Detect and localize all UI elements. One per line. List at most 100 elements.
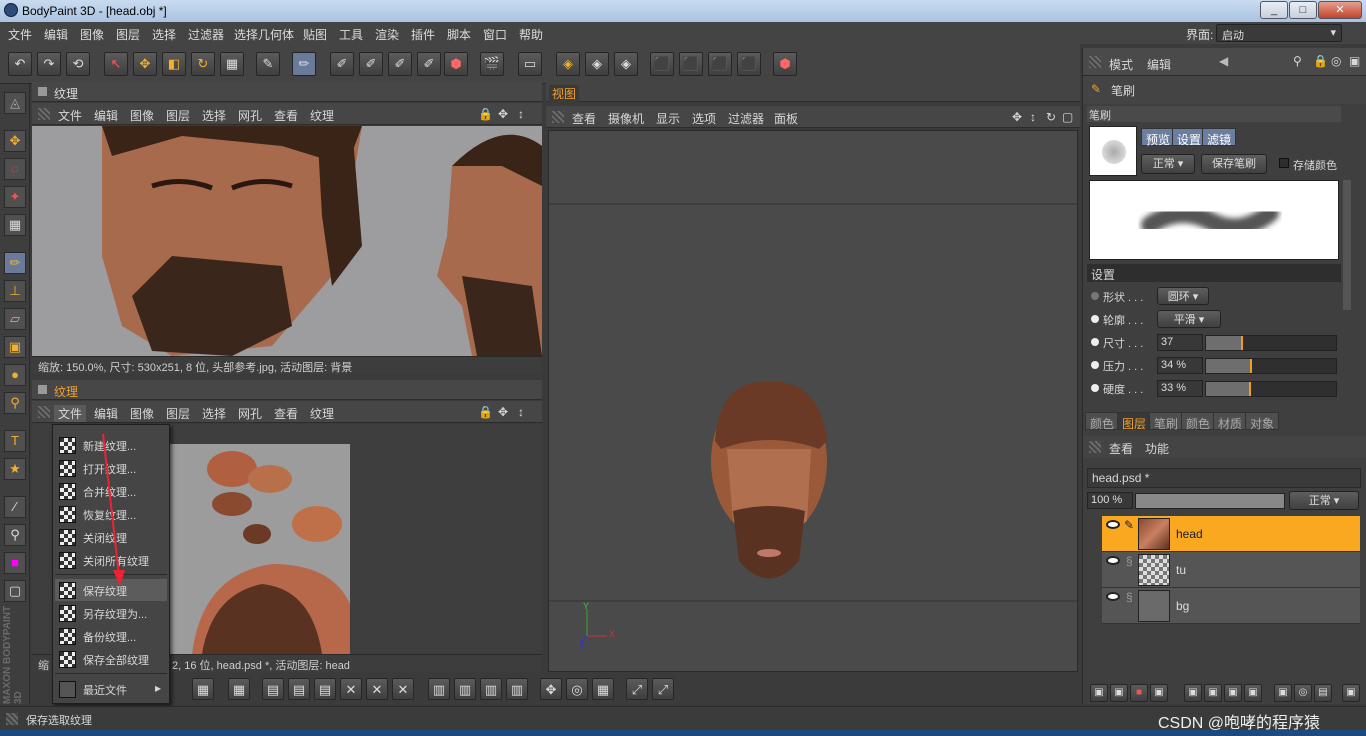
object-mode-icon-3[interactable]: ◈ — [614, 52, 638, 76]
vp-menu-filter[interactable]: 过滤器 — [728, 110, 764, 127]
paint-setup-icon[interactable]: ✐ — [330, 52, 354, 76]
tool-icon-14[interactable]: ◎ — [566, 678, 588, 700]
object-mode-icon[interactable]: ◈ — [556, 52, 580, 76]
tool-icon-11[interactable]: ▥ — [480, 678, 502, 700]
paint-icon-2[interactable]: ✐ — [359, 52, 383, 76]
pressure-slider[interactable] — [1205, 358, 1337, 374]
layer-icon-12[interactable]: ▣ — [1342, 684, 1360, 702]
rotate-nav-icon[interactable]: ↻ — [1046, 110, 1056, 124]
tool-icon-15[interactable]: ▦ — [592, 678, 614, 700]
radio-contour[interactable] — [1091, 315, 1099, 323]
tab-settings[interactable]: 设置 — [1172, 128, 1207, 147]
viewport-canvas[interactable]: Y X Z — [548, 130, 1079, 672]
text-tool-icon[interactable]: T — [4, 430, 26, 452]
tool-icon-16[interactable]: ⤢ — [626, 678, 648, 700]
vp-menu-panel[interactable]: 面板 — [774, 110, 798, 127]
tp-menu-edit[interactable]: 编辑 — [94, 107, 118, 124]
tp-menu-layer[interactable]: 图层 — [166, 107, 190, 124]
cube-icon-3[interactable]: ⬛ — [708, 52, 732, 76]
hardness-slider[interactable] — [1205, 381, 1337, 397]
eyedropper-icon[interactable]: ⁄ — [4, 496, 26, 518]
layer-icon-8[interactable]: ▣ — [1244, 684, 1262, 702]
tool-icon-2[interactable]: ▦ — [228, 678, 250, 700]
arrow-updown-icon[interactable]: ↕ — [518, 405, 524, 419]
eye-icon[interactable] — [1106, 520, 1120, 529]
tool-icon-5[interactable]: ▤ — [314, 678, 336, 700]
size-slider[interactable] — [1205, 335, 1337, 351]
uv-icon[interactable]: ▭ — [518, 52, 542, 76]
tp-menu-texture[interactable]: 纹理 — [310, 107, 334, 124]
tool-icon-7[interactable]: ✕ — [366, 678, 388, 700]
vp-menu-options[interactable]: 选项 — [692, 110, 716, 127]
menu-map[interactable]: 贴图 — [303, 26, 327, 43]
lock-icon[interactable]: 🔒 — [478, 107, 493, 121]
menu-item-backup-texture[interactable]: 备份纹理... — [55, 625, 167, 647]
reset-icon[interactable]: ⟲ — [66, 52, 90, 76]
arrow-updown-icon[interactable]: ↕ — [1030, 110, 1036, 124]
tool-icon-1[interactable]: ▦ — [192, 678, 214, 700]
render-clapper-icon[interactable]: 🎬 — [480, 52, 504, 76]
star-icon[interactable]: ★ — [4, 458, 26, 480]
layer-icon-11[interactable]: ▤ — [1314, 684, 1332, 702]
menu-filter[interactable]: 过滤器 — [188, 26, 224, 43]
layer-row-head[interactable]: ✎ head — [1102, 516, 1360, 552]
magic-wand-icon[interactable]: ✦ — [4, 186, 26, 208]
layer-row-tu[interactable]: § tu — [1102, 552, 1360, 588]
cube-icon-1[interactable]: ⬛ — [650, 52, 674, 76]
material-icon-2[interactable]: ⬢ — [773, 52, 797, 76]
checker-icon[interactable]: ▦ — [220, 52, 244, 76]
stamp-icon[interactable]: ⊥ — [4, 280, 26, 302]
layer-icon-7[interactable]: ▣ — [1224, 684, 1242, 702]
new-layer-icon[interactable]: ▣ — [1090, 684, 1108, 702]
tp-menu-mesh[interactable]: 网孔 — [238, 107, 262, 124]
search-icon[interactable]: ⚲ — [1293, 54, 1302, 68]
magnify-icon[interactable]: ⚲ — [4, 392, 26, 414]
new-window-icon[interactable]: ▣ — [1349, 54, 1360, 68]
contour-select[interactable]: 平滑 ▾ — [1157, 310, 1221, 328]
lasso-icon[interactable]: ◌ — [4, 158, 26, 180]
panel-toggle-icon[interactable] — [38, 385, 47, 394]
gradient-icon[interactable]: ▣ — [4, 336, 26, 358]
tab-preview[interactable]: 预览 — [1141, 128, 1176, 147]
cube-icon-2[interactable]: ⬛ — [679, 52, 703, 76]
scale-icon[interactable]: ◧ — [162, 52, 186, 76]
undo-icon[interactable]: ↶ — [8, 52, 32, 76]
layer-icon-10[interactable]: ◎ — [1294, 684, 1312, 702]
layers-menu-view[interactable]: 查看 — [1109, 440, 1133, 457]
eraser-icon[interactable]: ▱ — [4, 308, 26, 330]
tool-icon-3[interactable]: ▤ — [262, 678, 284, 700]
tb-menu-image[interactable]: 图像 — [130, 405, 154, 422]
menu-item-recent-files[interactable]: 最近文件 ▸ — [55, 678, 167, 700]
tb-menu-layer[interactable]: 图层 — [166, 405, 190, 422]
size-field[interactable]: 37 — [1157, 334, 1203, 351]
tp-menu-view[interactable]: 查看 — [274, 107, 298, 124]
paint-icon-3[interactable]: ✐ — [388, 52, 412, 76]
tool-icon-17[interactable]: ⤢ — [652, 678, 674, 700]
menu-item-save-all-textures[interactable]: 保存全部纹理 — [55, 648, 167, 670]
logo-tool-icon[interactable]: ◬ — [4, 92, 26, 114]
blend-mode-select[interactable]: 正常 ▾ — [1141, 154, 1195, 174]
select-arrow-icon[interactable]: ↖ — [104, 52, 128, 76]
menu-select-geometry[interactable]: 选择几何体 — [234, 26, 294, 43]
lock-icon[interactable]: 🔒 — [1313, 54, 1328, 68]
minimize-button[interactable]: _ — [1260, 1, 1288, 19]
hardness-field[interactable]: 33 % — [1157, 380, 1203, 397]
tb-menu-view[interactable]: 查看 — [274, 405, 298, 422]
radio-pressure[interactable] — [1091, 361, 1099, 369]
tb-menu-edit[interactable]: 编辑 — [94, 405, 118, 422]
tab-object[interactable]: 对象 — [1245, 412, 1280, 431]
menu-tools[interactable]: 工具 — [339, 26, 363, 43]
eye-icon[interactable] — [1106, 556, 1120, 565]
lock-icon[interactable]: 🔒 — [478, 405, 493, 419]
paint-3d-icon[interactable]: ✏ — [292, 52, 316, 76]
menu-edit[interactable]: 编辑 — [44, 26, 68, 43]
material-icon[interactable]: ⬢ — [444, 52, 468, 76]
color-swatch-icon[interactable]: ■ — [4, 552, 26, 574]
tab-filters[interactable]: 滤镜 — [1202, 128, 1237, 147]
tab-color[interactable]: 颜色 — [1085, 412, 1120, 431]
menu-file[interactable]: 文件 — [8, 26, 32, 43]
tool-icon-8[interactable]: ✕ — [392, 678, 414, 700]
tab-layers[interactable]: 图层 — [1117, 412, 1152, 431]
layer-icon-9[interactable]: ▣ — [1274, 684, 1292, 702]
cube-icon-4[interactable]: ⬛ — [737, 52, 761, 76]
